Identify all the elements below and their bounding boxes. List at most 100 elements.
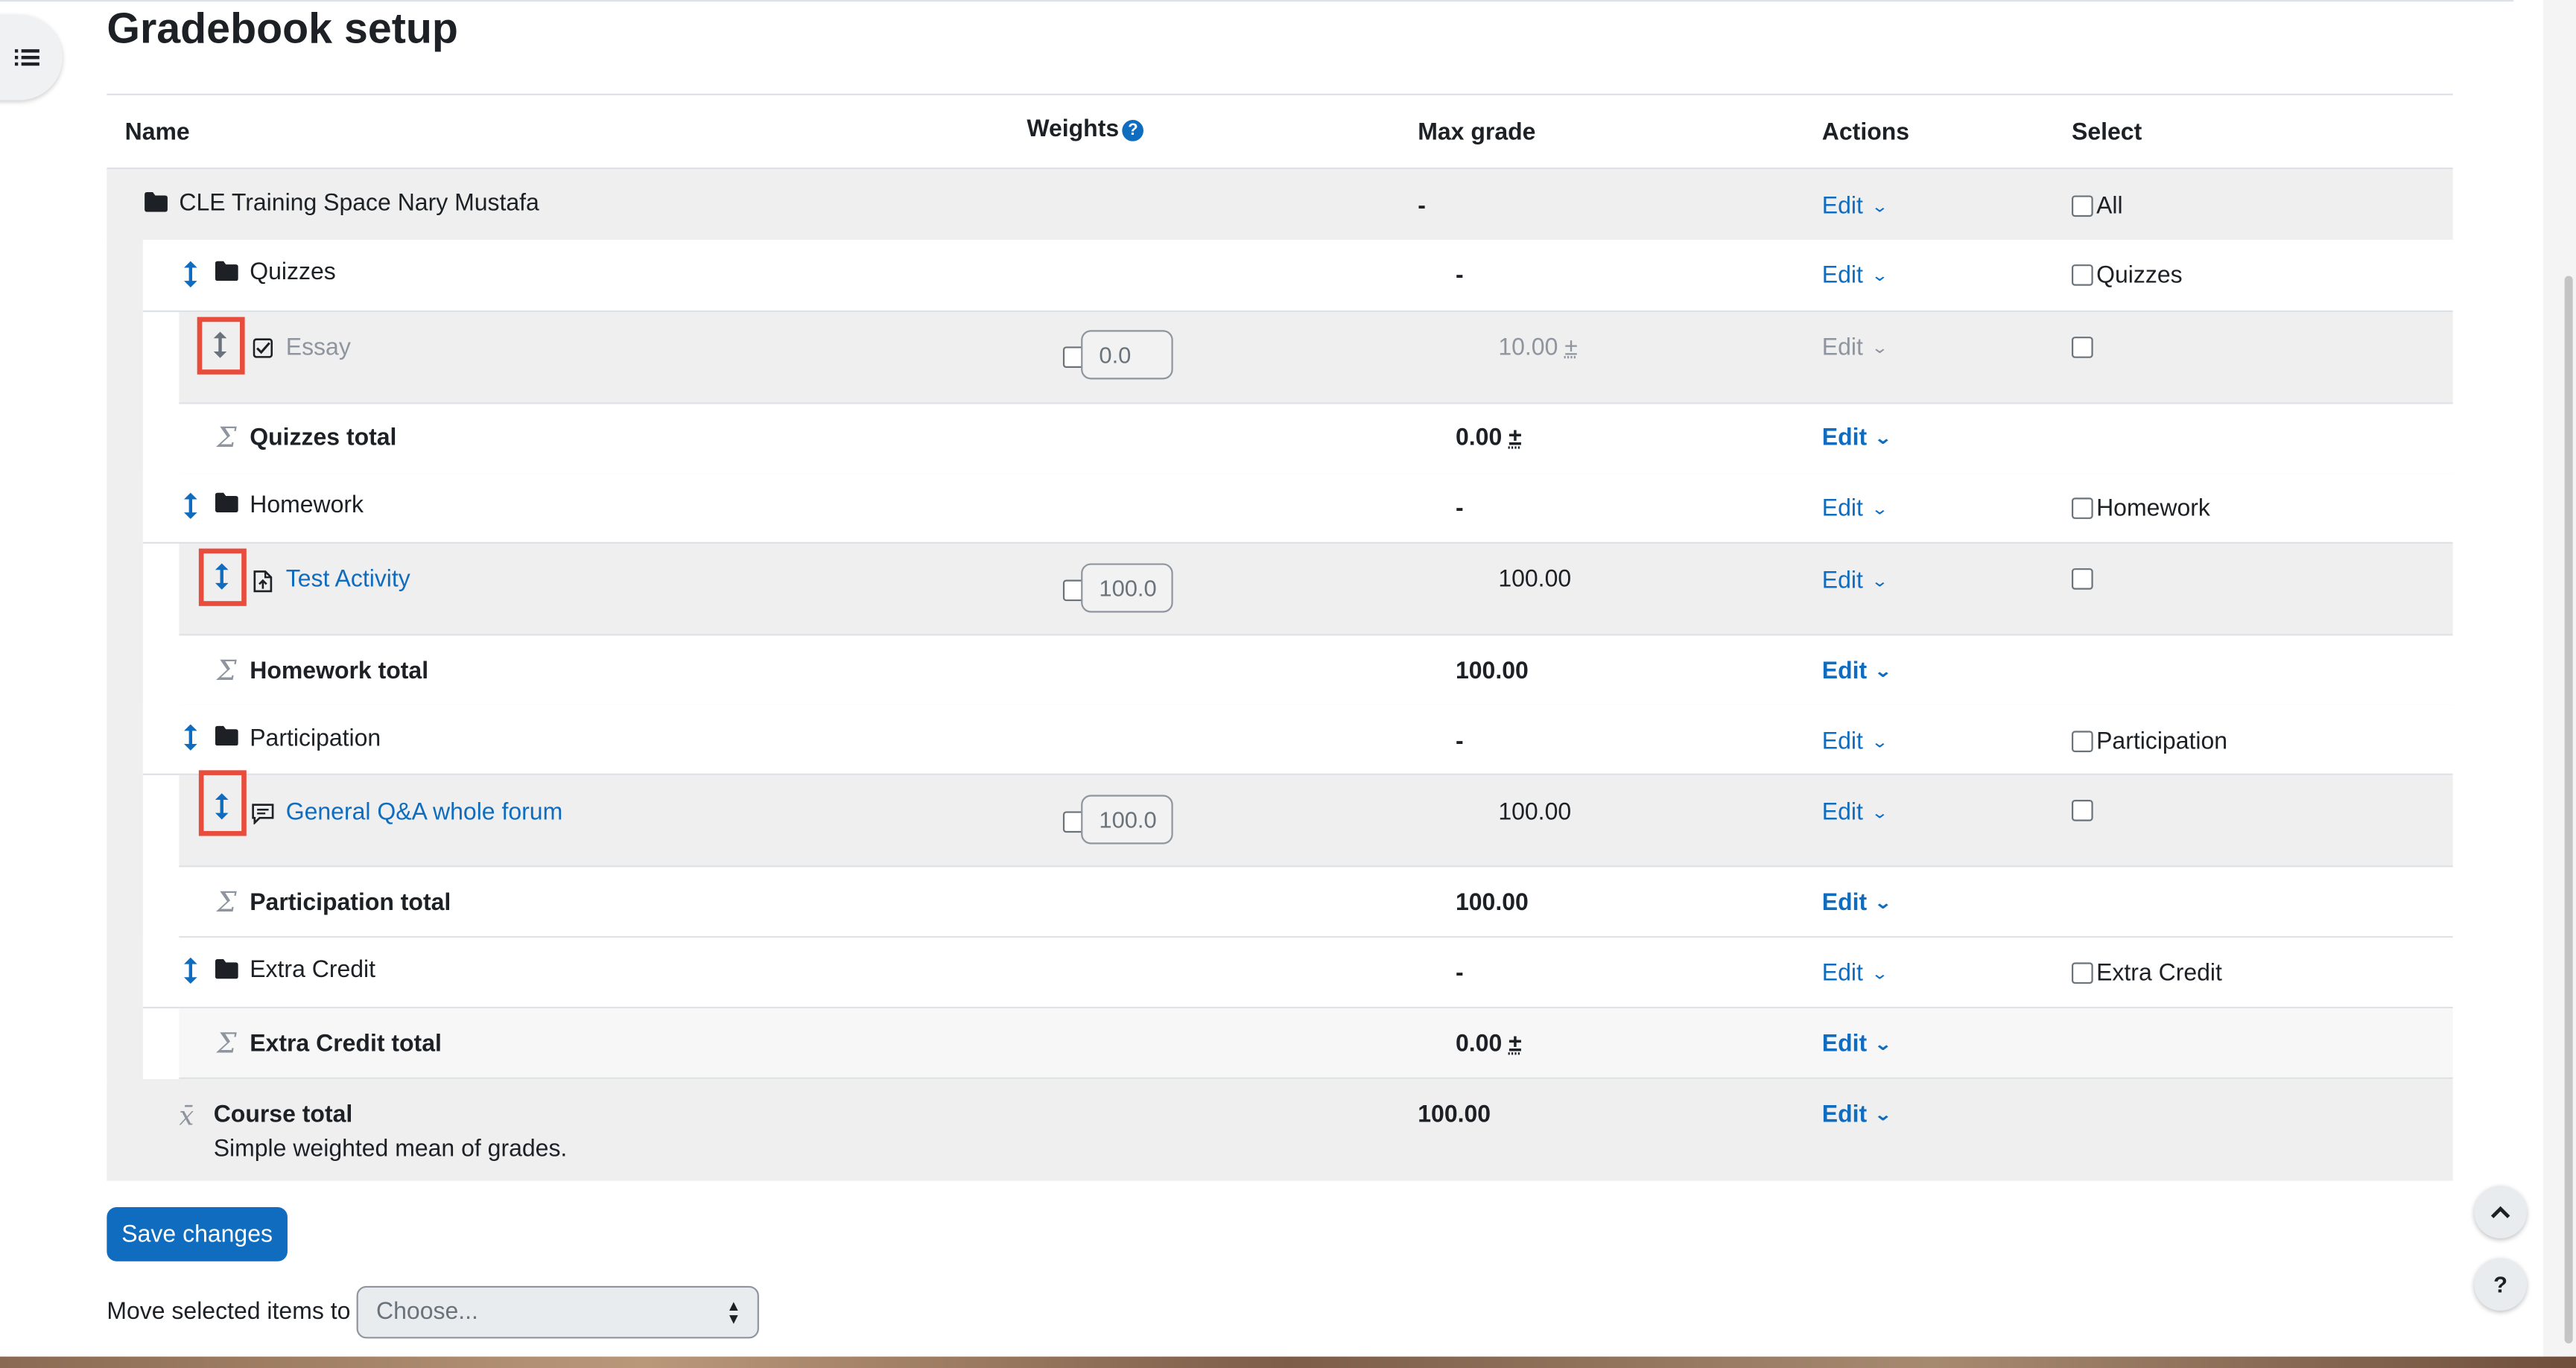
course-index-toggle[interactable] — [0, 15, 63, 101]
select-item-checkbox[interactable] — [2072, 800, 2093, 821]
max-grade: 0.00 ± — [1456, 425, 1522, 451]
edit-menu[interactable]: Edit ⌄ — [1822, 961, 1887, 987]
extra-credit-total-row: Σ Extra Credit total 0.00 ± Edit ⌄ — [179, 1008, 2452, 1079]
edit-label: Edit — [1822, 335, 1863, 361]
max-grade: - — [1418, 194, 1426, 220]
max-grade: - — [1456, 496, 1464, 522]
chevron-up-icon — [2490, 1206, 2510, 1219]
move-target-select[interactable]: Choose... ▲ ▼ — [357, 1286, 759, 1339]
participation-total-row: Σ Participation total 100.00 Edit ⌄ — [179, 867, 2452, 938]
edit-label: Edit — [1822, 890, 1867, 916]
folder-icon — [215, 493, 238, 512]
header-weights-label: Weights — [1027, 117, 1119, 143]
move-icon[interactable] — [179, 491, 202, 521]
select-category-checkbox[interactable] — [2072, 497, 2093, 519]
select-category-label: Quizzes — [2096, 263, 2183, 289]
edit-menu[interactable]: Edit ⌄ — [1822, 335, 1887, 361]
header-actions: Actions — [1822, 120, 1909, 146]
desktop-strip — [0, 1357, 2576, 1368]
header-name: Name — [125, 120, 190, 146]
sigma-icon: Σ — [217, 887, 237, 920]
edit-menu[interactable]: Edit ⌄ — [1822, 496, 1887, 522]
sigma-icon: Σ — [217, 1028, 237, 1061]
move-icon[interactable] — [210, 561, 233, 591]
plusminus-icon: ± — [1564, 335, 1578, 361]
chevron-down-icon: ⌄ — [1871, 267, 1888, 285]
edit-menu[interactable]: Edit ⌄ — [1822, 1102, 1891, 1128]
max-grade: - — [1456, 263, 1464, 289]
header-max-grade: Max grade — [1418, 120, 1535, 146]
edit-menu[interactable]: Edit ⌄ — [1822, 194, 1887, 220]
max-grade-value: 10.00 — [1498, 335, 1558, 361]
quiz-icon — [253, 338, 273, 357]
edit-menu[interactable]: Edit ⌄ — [1822, 729, 1887, 755]
select-category-label: Participation — [2096, 729, 2227, 755]
edit-label: Edit — [1822, 658, 1867, 684]
drawer-toggle-icon — [14, 48, 39, 67]
course-total-row: x̄ Course total Simple weighted mean of … — [107, 1079, 2452, 1181]
edit-menu[interactable]: Edit ⌄ — [1822, 568, 1887, 594]
select-category-checkbox[interactable] — [2072, 962, 2093, 984]
test-activity-item-row: Test Activity 100.00 Edit ⌄ — [179, 544, 2452, 636]
select-item-checkbox[interactable] — [2072, 337, 2093, 358]
max-grade-value: 0.00 — [1456, 425, 1502, 451]
move-icon[interactable] — [179, 956, 202, 986]
item-name-link[interactable]: Test Activity — [286, 567, 410, 593]
move-icon[interactable] — [209, 330, 232, 360]
max-grade-value: 0.00 — [1456, 1031, 1502, 1057]
edit-menu[interactable]: Edit ⌄ — [1822, 263, 1887, 289]
quizzes-total-row: Σ Quizzes total 0.00 ± Edit ⌄ — [179, 404, 2452, 475]
page-title: Gradebook setup — [107, 3, 458, 54]
chevron-down-icon: ⌄ — [1871, 340, 1888, 358]
calculator-icon: x̄ — [179, 1101, 194, 1132]
help-label: ? — [2493, 1271, 2507, 1297]
aggregation-description: Simple weighted mean of grades. — [214, 1136, 568, 1162]
select-all-label: All — [2096, 194, 2123, 220]
forum-item-row: General Q&A whole forum 100.00 Edit ⌄ — [179, 775, 2452, 868]
edit-menu[interactable]: Edit ⌄ — [1822, 890, 1891, 916]
edit-label: Edit — [1822, 496, 1863, 522]
move-icon[interactable] — [179, 722, 202, 752]
help-icon[interactable]: ? — [1123, 120, 1144, 141]
back-to-top-button[interactable] — [2474, 1186, 2527, 1238]
edit-label: Edit — [1822, 1102, 1867, 1128]
quizzes-category-row: Quizzes - Edit ⌄ Quizzes — [143, 240, 2453, 312]
edit-label: Edit — [1822, 263, 1863, 289]
category-name: Extra Credit — [250, 958, 375, 984]
category-name: CLE Training Space Nary Mustafa — [179, 191, 539, 217]
max-grade: 100.00 — [1498, 800, 1571, 826]
header-select: Select — [2072, 120, 2142, 146]
scrollbar-thumb[interactable] — [2565, 276, 2573, 1344]
edit-menu[interactable]: Edit ⌄ — [1822, 1031, 1891, 1057]
item-name[interactable]: Essay — [286, 335, 351, 361]
help-button[interactable]: ? — [2474, 1258, 2527, 1311]
select-placeholder: Choose... — [376, 1299, 478, 1325]
sigma-icon: Σ — [217, 655, 237, 688]
edit-menu[interactable]: Edit ⌄ — [1822, 800, 1887, 826]
chevron-down-icon: ⌄ — [1871, 734, 1888, 752]
select-category-checkbox[interactable] — [2072, 731, 2093, 752]
weight-input[interactable] — [1081, 330, 1173, 379]
total-name: Quizzes total — [250, 425, 396, 451]
category-name: Participation — [250, 726, 381, 752]
edit-menu[interactable]: Edit ⌄ — [1822, 658, 1891, 684]
edit-menu[interactable]: Edit ⌄ — [1822, 425, 1891, 451]
move-icon[interactable] — [179, 259, 202, 289]
weight-input[interactable] — [1081, 795, 1173, 844]
plusminus-icon: ± — [1509, 425, 1522, 451]
move-icon[interactable] — [210, 792, 233, 821]
max-grade: 100.00 — [1418, 1102, 1491, 1128]
course-category-row: CLE Training Space Nary Mustafa - Edit ⌄ … — [107, 169, 2452, 241]
max-grade: - — [1456, 961, 1464, 987]
select-category-checkbox[interactable] — [2072, 264, 2093, 286]
chevron-down-icon: ⌄ — [1875, 895, 1893, 913]
chevron-down-icon: ⌄ — [1871, 501, 1888, 519]
weight-input[interactable] — [1081, 563, 1173, 612]
select-item-checkbox[interactable] — [2072, 568, 2093, 590]
chevron-down-icon: ⌄ — [1875, 664, 1893, 681]
select-category-label: Homework — [2096, 496, 2210, 522]
select-all-checkbox[interactable] — [2072, 195, 2093, 217]
item-name-link[interactable]: General Q&A whole forum — [286, 800, 563, 826]
save-changes-button[interactable]: Save changes — [107, 1207, 288, 1262]
edit-label: Edit — [1822, 1031, 1867, 1057]
